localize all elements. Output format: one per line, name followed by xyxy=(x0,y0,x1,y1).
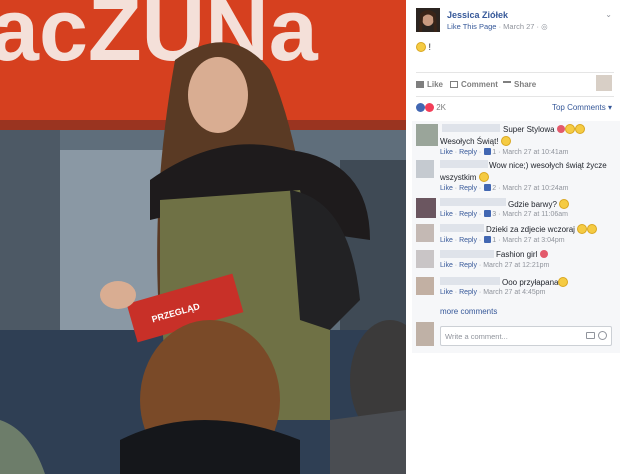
heart-eyes-emoji-icon xyxy=(564,124,575,134)
thumb-up-icon xyxy=(484,184,492,191)
commenter-avatar[interactable] xyxy=(416,198,436,218)
comment-meta: Like · Reply · March 27 at 12:21pm xyxy=(440,262,550,269)
heart-emoji-icon xyxy=(539,250,548,258)
photo-scene: acZUNa PRZEGLĄD xyxy=(0,0,406,474)
thumb-up-icon xyxy=(484,210,492,217)
smile-emoji-icon xyxy=(478,172,489,182)
divider xyxy=(416,96,614,97)
thumb-up-icon xyxy=(484,148,492,155)
commenter-name[interactable] xyxy=(440,160,488,168)
thumb-up-icon xyxy=(416,81,424,88)
commenter-name[interactable] xyxy=(440,224,484,232)
globe-icon: ◎ xyxy=(541,22,548,31)
face xyxy=(188,57,248,133)
post-meta: Like This Page · March 27 · ◎ xyxy=(447,22,548,31)
comment-text: Dzieki za zdjecie wczoraj xyxy=(486,224,598,234)
smile-emoji-icon xyxy=(500,136,511,146)
commenter-avatar[interactable] xyxy=(416,124,438,146)
commenter-avatar[interactable] xyxy=(416,277,434,295)
comment-reply-link[interactable]: Reply xyxy=(459,149,477,156)
smile-emoji-icon xyxy=(574,124,585,134)
comment-meta: Like · Reply · 2 · March 27 at 10:24am xyxy=(440,184,569,192)
commenter-name[interactable] xyxy=(440,277,500,285)
comment-meta: Like · Reply · 1 · March 27 at 10:41am xyxy=(440,148,569,156)
page-avatar[interactable] xyxy=(416,8,440,32)
commenter-avatar[interactable] xyxy=(416,160,434,178)
comment-text: Gdzie barwy? xyxy=(508,199,570,209)
like-button[interactable]: Like xyxy=(416,80,443,89)
commenter-name[interactable] xyxy=(442,124,500,132)
viewer-avatar[interactable] xyxy=(596,75,612,91)
comment-text: wszystkim xyxy=(440,172,489,182)
divider xyxy=(416,72,614,73)
comment-text: Wesołych Świąt! xyxy=(440,136,511,146)
smile-emoji-icon xyxy=(577,224,588,234)
thumb-up-icon xyxy=(484,236,492,243)
like-reaction-icon xyxy=(416,103,425,112)
comment-input[interactable]: Write a comment... xyxy=(440,326,612,346)
camera-icon[interactable] xyxy=(586,332,595,339)
commenter-avatar[interactable] xyxy=(416,250,434,268)
author-name[interactable]: Jessica Ziółek xyxy=(447,10,508,20)
like-page-link[interactable]: Like This Page xyxy=(447,22,496,31)
comment-text: Super Stylowa xyxy=(503,124,585,134)
smile-emoji-icon xyxy=(416,42,426,52)
commenter-avatar[interactable] xyxy=(416,224,434,242)
post-photo[interactable]: acZUNa PRZEGLĄD xyxy=(0,0,406,474)
commenter-name[interactable] xyxy=(440,250,494,258)
share-button[interactable]: Share xyxy=(503,80,536,89)
avatar-image xyxy=(416,8,440,32)
comment-text: Fashion girl xyxy=(496,250,548,259)
commenter-name[interactable] xyxy=(440,198,506,206)
banner-text: acZUNa xyxy=(0,0,319,79)
laughing-emoji-icon xyxy=(558,277,569,287)
comment-text: Ooo przyłapana xyxy=(502,277,569,287)
top-comments-dropdown[interactable]: Top Comments ▾ xyxy=(552,103,612,112)
comment-like-link[interactable]: Like xyxy=(440,149,453,156)
comment-button[interactable]: Comment xyxy=(450,80,498,89)
comment-meta: Like · Reply · 1 · March 27 at 3:04pm xyxy=(440,236,565,244)
comment-text: Wow nice;) wesołych świąt życze xyxy=(489,161,607,170)
emoji-picker-icon[interactable] xyxy=(598,331,607,340)
reaction-count[interactable]: 2K xyxy=(436,103,446,112)
smile-emoji-icon xyxy=(587,224,598,234)
smile-emoji-icon xyxy=(559,199,570,209)
comment-icon xyxy=(450,81,458,88)
share-icon xyxy=(503,81,511,88)
comment-time[interactable]: March 27 at 10:41am xyxy=(502,149,568,156)
heart-emoji-icon xyxy=(556,125,565,133)
post-actions: Like Comment Share xyxy=(416,75,612,93)
comment-meta: Like · Reply · 3 · March 27 at 11:06am xyxy=(440,210,568,218)
post-date[interactable]: March 27 xyxy=(503,22,534,31)
post-header: Jessica Ziółek Like This Page · March 27… xyxy=(416,8,616,34)
post-options-chevron-icon[interactable]: ⌄ xyxy=(605,10,612,19)
current-user-avatar[interactable] xyxy=(416,322,434,346)
more-comments-link[interactable]: more comments xyxy=(440,307,497,316)
comment-meta: Like · Reply · March 27 at 4:45pm xyxy=(440,289,546,296)
chevron-down-icon: ▾ xyxy=(607,103,612,112)
reactions-bar: 2K Top Comments ▾ xyxy=(416,103,612,115)
love-reaction-icon xyxy=(425,103,434,112)
post-text: ! xyxy=(416,42,431,52)
